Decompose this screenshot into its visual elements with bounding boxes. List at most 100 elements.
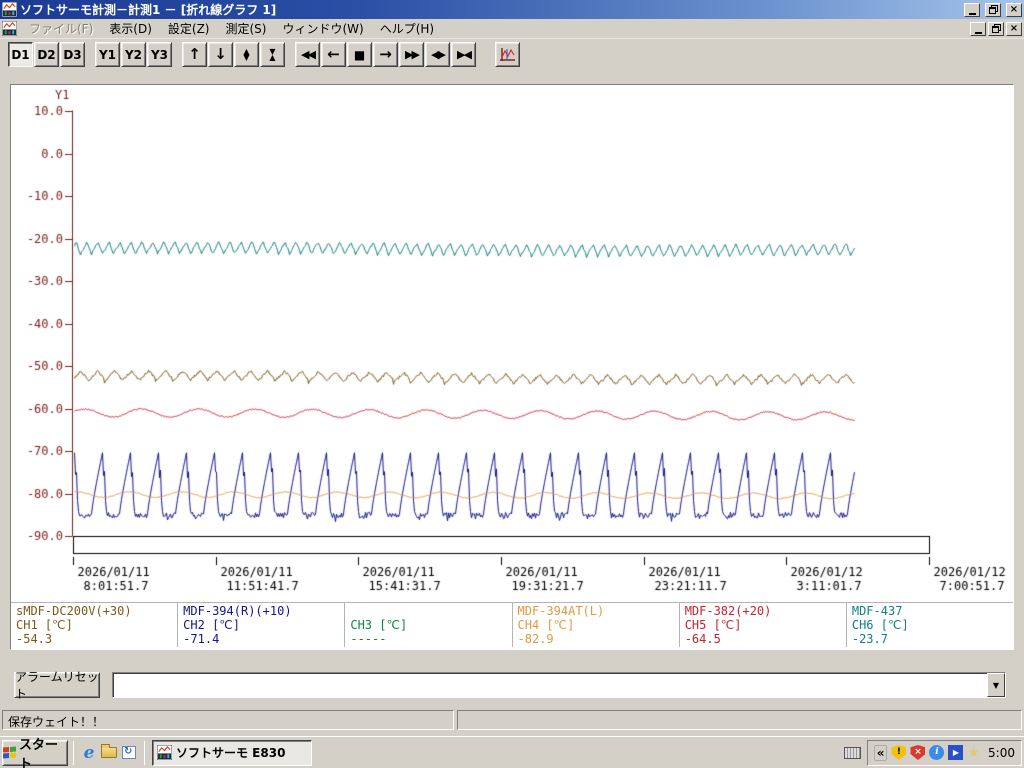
channel-label: CH6 [℃] xyxy=(851,618,909,632)
compress-horizontal-icon: ▶◀ xyxy=(457,48,472,61)
channel-label: CH2 [℃] xyxy=(183,618,240,632)
media-play-tray-icon[interactable]: ▶ xyxy=(948,745,964,760)
channel-label: CH5 [℃] xyxy=(684,618,742,632)
tray-chevron-icon[interactable]: « xyxy=(873,744,888,761)
step-forward-button[interactable]: → xyxy=(373,42,398,67)
display-2-button[interactable]: D2 xyxy=(34,42,59,67)
minimize-button[interactable] xyxy=(964,2,980,17)
display-3-button[interactable]: D3 xyxy=(60,42,85,67)
graph-setup-button[interactable] xyxy=(495,42,520,67)
legend-cell-ch1: sMDF-DC200V(+30) CH1 [℃] -54.3 xyxy=(11,603,179,647)
language-bar-keyboard-icon[interactable] xyxy=(843,746,861,759)
legend-cell-ch3: CH3 [℃] ----- xyxy=(345,603,513,647)
channel-legend: sMDF-DC200V(+30) CH1 [℃] -54.3 MDF-394(R… xyxy=(11,602,1013,647)
fast-forward-button[interactable]: ▶▶ xyxy=(399,42,424,67)
taskbar: スタート e ソフトサーモ E830 « ! × i ▶ ★ 5:00 xyxy=(0,736,1024,768)
start-button[interactable]: スタート xyxy=(2,738,68,768)
title-bar: ソフトサーモ計測－計測1 － [折れ線グラフ 1] × xyxy=(0,0,1024,19)
toolbar: D1 D2 D3 Y1 Y2 Y3 ↑ ↓ ▲ ▼ ▼ ▲ ◀◀ ← ■ → ▶… xyxy=(0,39,1024,70)
channel-name: sMDF-DC200V(+30) xyxy=(16,604,132,618)
line-graph-icon xyxy=(500,47,515,61)
graph-panel: sMDF-DC200V(+30) CH1 [℃] -54.3 MDF-394(R… xyxy=(10,84,1014,650)
step-back-button[interactable]: ← xyxy=(321,42,346,67)
show-desktop-icon[interactable] xyxy=(99,742,119,764)
stop-icon: ■ xyxy=(353,47,366,62)
y-axis-1-button[interactable]: Y1 xyxy=(95,42,120,67)
channel-value: -82.9 xyxy=(517,632,554,646)
y-axis-2-button[interactable]: Y2 xyxy=(121,42,146,67)
app-icon xyxy=(2,2,17,17)
alarm-row: アラームリセット ▼ xyxy=(0,668,1024,702)
child-minimize-button[interactable] xyxy=(970,21,986,36)
child-restore-button[interactable] xyxy=(988,21,1004,36)
channel-value: -71.4 xyxy=(183,632,220,646)
update-star-icon[interactable]: ★ xyxy=(967,745,980,761)
channel-label: CH1 [℃] xyxy=(16,618,73,632)
status-secondary xyxy=(457,710,1022,730)
scroll-up-button[interactable]: ↑ xyxy=(182,42,207,67)
taskbar-separator xyxy=(73,740,74,765)
internet-explorer-icon[interactable]: e xyxy=(79,742,99,764)
legend-cell-ch5: MDF-382(+20) CH5 [℃] -64.5 xyxy=(680,603,847,647)
channel-name: MDF-394AT(L) xyxy=(517,604,605,618)
scroll-down-button[interactable]: ↓ xyxy=(208,42,233,67)
menu-bar: ファイル(F) 表示(D) 設定(Z) 測定(S) ウィンドウ(W) ヘルプ(H… xyxy=(0,19,1024,39)
fast-forward-icon: ▶▶ xyxy=(405,48,420,61)
legend-cell-ch4: MDF-394AT(L) CH4 [℃] -82.9 xyxy=(513,603,680,647)
down-arrow-icon: ↓ xyxy=(214,45,227,63)
channel-name xyxy=(350,604,506,618)
outlook-express-icon[interactable] xyxy=(119,742,139,764)
minimize-icon xyxy=(968,12,976,15)
compress-vertical-button[interactable]: ▼ ▲ xyxy=(260,42,285,67)
start-label: スタート xyxy=(19,737,59,768)
minimize-icon xyxy=(974,31,982,34)
channel-name: MDF-394(R)(+10) xyxy=(183,604,292,618)
up-arrow-icon: ↑ xyxy=(188,45,201,63)
task-button-softthermo[interactable]: ソフトサーモ E830 xyxy=(152,739,312,766)
legend-cell-ch6: MDF-437 CH6 [℃] -23.7 xyxy=(847,603,1013,647)
alarm-combobox-value xyxy=(113,673,987,697)
chevron-down-icon: ▼ xyxy=(992,680,1000,690)
combobox-dropdown-button[interactable]: ▼ xyxy=(987,673,1005,697)
security-alert-icon[interactable]: × xyxy=(910,745,926,760)
taskbar-clock: 5:00 xyxy=(988,745,1015,760)
close-button[interactable]: × xyxy=(1006,2,1022,17)
rewind-button[interactable]: ◀◀ xyxy=(295,42,320,67)
expand-vertical-button[interactable]: ▲ ▼ xyxy=(234,42,259,67)
status-bar: 保存ウェイト！！ xyxy=(0,708,1024,732)
task-button-label: ソフトサーモ E830 xyxy=(176,746,286,760)
alarm-reset-button[interactable]: アラームリセット xyxy=(14,670,100,701)
display-1-button[interactable]: D1 xyxy=(8,42,33,67)
expand-horizontal-button[interactable]: ◀▶ xyxy=(425,42,450,67)
info-balloon-icon[interactable]: i xyxy=(929,745,945,760)
left-arrow-icon: ← xyxy=(327,45,340,63)
window-title: ソフトサーモ計測－計測1 － [折れ線グラフ 1] xyxy=(20,3,277,17)
restore-button[interactable] xyxy=(985,2,1001,17)
channel-label: CH4 [℃] xyxy=(517,618,575,632)
alarm-combobox[interactable]: ▼ xyxy=(112,672,1006,698)
right-arrow-icon: → xyxy=(379,45,392,63)
y-axis-3-button[interactable]: Y3 xyxy=(147,42,172,67)
status-message: 保存ウェイト！！ xyxy=(2,710,454,730)
menu-view[interactable]: 表示(D) xyxy=(101,18,160,39)
menu-settings[interactable]: 設定(Z) xyxy=(160,18,218,39)
menu-file[interactable]: ファイル(F) xyxy=(21,18,101,39)
child-window-icon[interactable] xyxy=(2,21,17,36)
channel-label: CH3 [℃] xyxy=(350,618,408,632)
child-close-button[interactable]: × xyxy=(1006,21,1022,36)
menu-window[interactable]: ウィンドウ(W) xyxy=(274,18,371,39)
security-warning-icon[interactable]: ! xyxy=(891,745,907,760)
line-chart-canvas[interactable] xyxy=(11,85,1013,601)
expand-horizontal-icon: ◀▶ xyxy=(431,48,446,61)
channel-value: -64.5 xyxy=(684,632,721,646)
channel-value: ----- xyxy=(350,632,387,646)
channel-value: -23.7 xyxy=(851,632,888,646)
restore-icon xyxy=(991,26,999,33)
stop-button[interactable]: ■ xyxy=(347,42,372,67)
legend-cell-ch2: MDF-394(R)(+10) CH2 [℃] -71.4 xyxy=(178,603,346,647)
menu-help[interactable]: ヘルプ(H) xyxy=(372,18,442,39)
close-icon: × xyxy=(1009,3,1019,15)
menu-measure[interactable]: 測定(S) xyxy=(217,18,274,39)
compress-horizontal-button[interactable]: ▶◀ xyxy=(451,42,476,67)
app-icon xyxy=(157,745,172,760)
